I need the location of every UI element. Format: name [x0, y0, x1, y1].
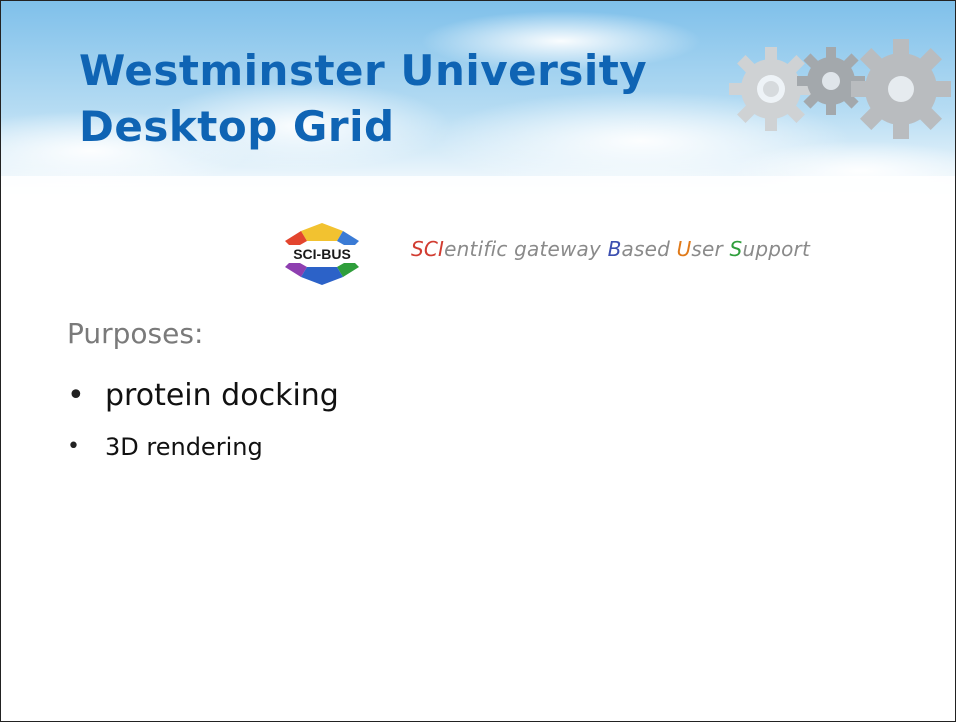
tagline-entific-gateway: entific gateway — [444, 237, 608, 261]
list-item: 3D rendering — [67, 427, 339, 467]
tagline-ser: ser — [691, 237, 730, 261]
tagline: SCIentific gateway Based User Support — [411, 237, 810, 261]
tagline-ased: ased — [621, 237, 677, 261]
tagline-b: B — [607, 237, 622, 261]
title-line-2: Desktop Grid — [79, 102, 395, 151]
slide: Westminster University Desktop Grid SCI-… — [0, 0, 956, 722]
slide-title: Westminster University Desktop Grid — [79, 43, 647, 155]
title-line-1: Westminster University — [79, 46, 648, 95]
purposes-heading: Purposes: — [67, 317, 204, 350]
logo-text: SCI-BUS — [293, 246, 351, 262]
gear-icon — [851, 39, 951, 139]
tagline-s: S — [729, 237, 743, 261]
list-item: protein docking — [67, 373, 339, 419]
sci-bus-logo: SCI-BUS — [281, 223, 363, 285]
purposes-list: protein docking 3D rendering — [67, 373, 339, 467]
tagline-sci: SCI — [411, 237, 445, 261]
tagline-u: U — [676, 237, 692, 261]
gear-icon — [729, 47, 813, 131]
tagline-upport: upport — [742, 237, 811, 261]
